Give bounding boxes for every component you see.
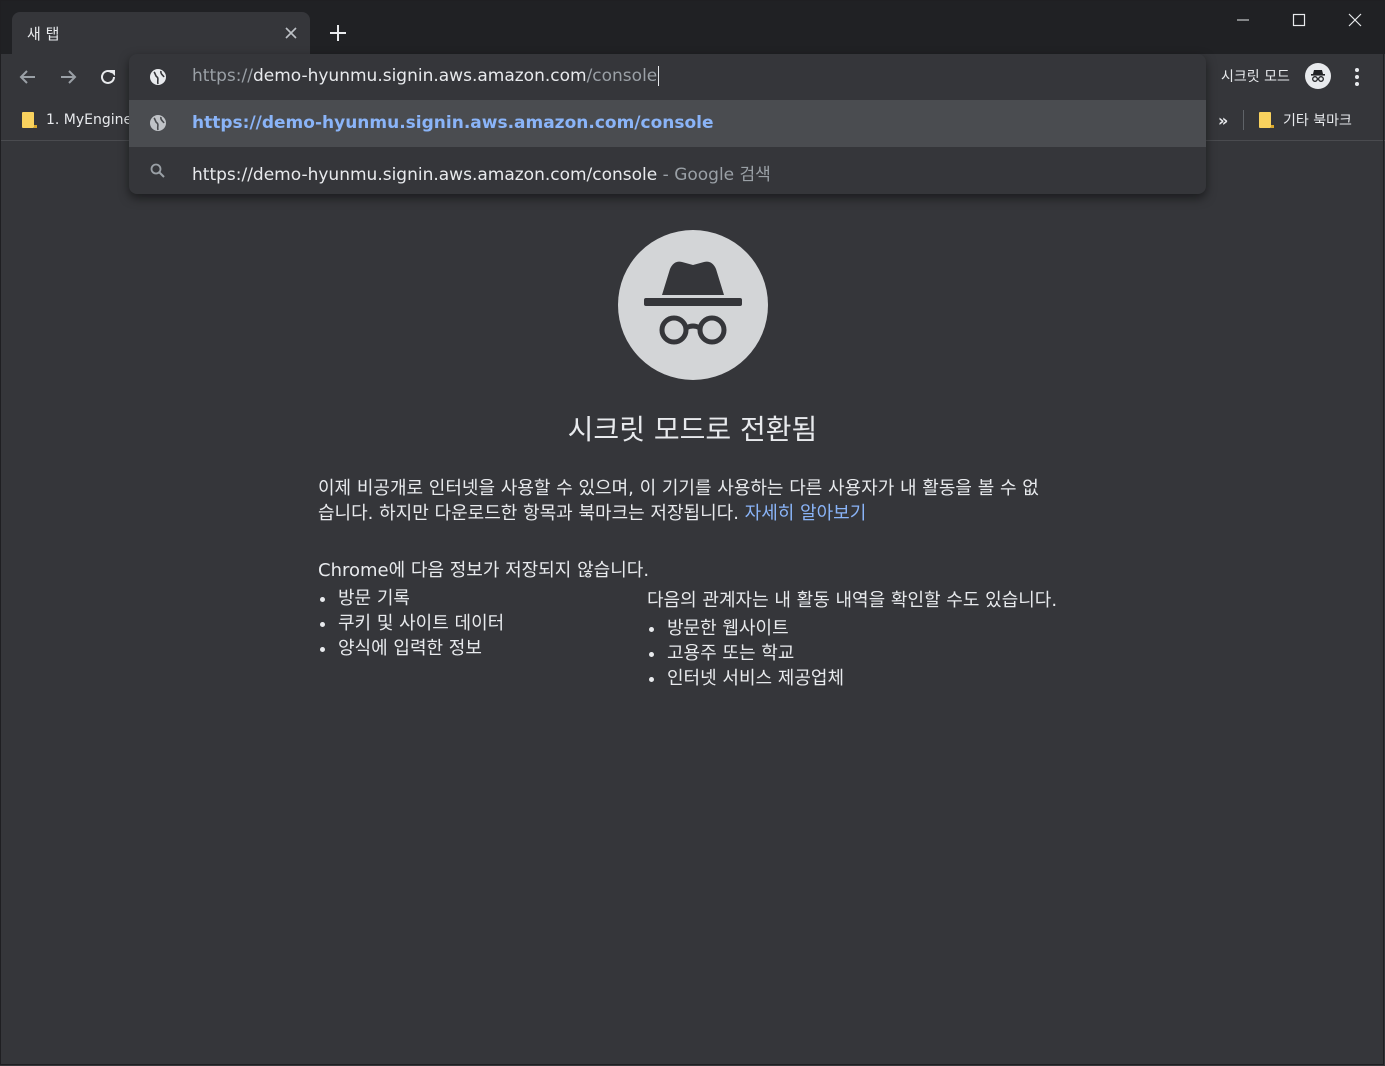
learn-more-link[interactable]: 자세히 알아보기 xyxy=(745,503,867,524)
url-host: demo-hyunmu.signin.aws.amazon.com xyxy=(252,66,587,86)
incognito-label[interactable]: 시크릿 모드 xyxy=(1221,66,1290,86)
url-scheme: https:// xyxy=(192,66,253,86)
globe-icon xyxy=(148,67,168,87)
search-suffix: - Google 검색 xyxy=(657,165,771,185)
incognito-icon[interactable] xyxy=(1305,63,1331,89)
plus-icon[interactable] xyxy=(325,20,351,46)
list-item: 고용주 또는 학교 xyxy=(647,641,844,666)
window-close-icon[interactable] xyxy=(1332,4,1378,36)
tab-new-tab[interactable]: 새 탭 xyxy=(12,12,310,54)
not-saved-heading: Chrome에 다음 정보가 저장되지 않습니다. xyxy=(318,560,650,581)
intro-paragraph: 이제 비공개로 인터넷을 사용할 수 있으며, 이 기기를 사용하는 다른 사용… xyxy=(318,476,1068,526)
visible-list: 방문한 웹사이트 고용주 또는 학교 인터넷 서비스 제공업체 xyxy=(647,616,844,691)
reload-icon[interactable] xyxy=(93,62,123,92)
bookmark-label: 기타 북마크 xyxy=(1283,113,1352,129)
omnibox-dropdown: https://demo-hyunmu.signin.aws.amazon.co… xyxy=(129,54,1206,194)
list-item: 인터넷 서비스 제공업체 xyxy=(647,666,844,691)
text-caret xyxy=(658,66,660,86)
suggestion-url-text: https://demo-hyunmu.signin.aws.amazon.co… xyxy=(192,113,714,133)
minimize-icon[interactable] xyxy=(1220,4,1266,36)
intro-line-2: 습니다. 하지만 다운로드한 항목과 북마크는 저장됩니다. xyxy=(318,503,745,524)
list-item: 방문 기록 xyxy=(318,586,504,611)
tab-strip: 새 탭 xyxy=(0,0,1385,54)
back-icon[interactable] xyxy=(13,62,43,92)
omnibox-text: https://demo-hyunmu.signin.aws.amazon.co… xyxy=(192,66,660,86)
suggestion-url[interactable]: https://demo-hyunmu.signin.aws.amazon.co… xyxy=(129,100,1206,147)
tab-title: 새 탭 xyxy=(27,25,60,43)
globe-icon xyxy=(148,113,168,133)
menu-icon[interactable] xyxy=(1344,62,1370,92)
close-icon[interactable] xyxy=(280,22,302,44)
page-heading: 시크릿 모드로 전환됨 xyxy=(567,413,818,446)
intro-line-1: 이제 비공개로 인터넷을 사용할 수 있으며, 이 기기를 사용하는 다른 사용… xyxy=(318,478,1039,499)
bookmark-divider xyxy=(1243,110,1244,130)
url-path: /console xyxy=(586,66,658,86)
not-saved-list: 방문 기록 쿠키 및 사이트 데이터 양식에 입력한 정보 xyxy=(318,586,504,661)
maximize-icon[interactable] xyxy=(1276,4,1322,36)
bookmark-folder-other[interactable]: 기타 북마크 xyxy=(1259,108,1352,132)
list-item: 양식에 입력한 정보 xyxy=(318,636,504,661)
visible-heading: 다음의 관계자는 내 활동 내역을 확인할 수도 있습니다. xyxy=(647,590,1058,611)
search-icon xyxy=(148,161,168,181)
bookmark-label: 1. MyEngine xyxy=(46,112,133,128)
bookmark-folder-myengine[interactable]: 1. MyEngine xyxy=(22,108,132,132)
omnibox-input[interactable]: https://demo-hyunmu.signin.aws.amazon.co… xyxy=(129,54,1206,100)
incognito-hero-icon xyxy=(618,230,768,380)
suggestion-search[interactable]: https://demo-hyunmu.signin.aws.amazon.co… xyxy=(129,147,1206,194)
folder-icon xyxy=(1259,112,1274,128)
list-item: 쿠키 및 사이트 데이터 xyxy=(318,611,504,636)
bookmarks-overflow-button[interactable]: » xyxy=(1218,108,1228,132)
forward-icon[interactable] xyxy=(53,62,83,92)
list-item: 방문한 웹사이트 xyxy=(647,616,844,641)
folder-icon xyxy=(22,112,37,128)
search-query: https://demo-hyunmu.signin.aws.amazon.co… xyxy=(192,165,658,185)
suggestion-search-text: https://demo-hyunmu.signin.aws.amazon.co… xyxy=(192,160,771,185)
